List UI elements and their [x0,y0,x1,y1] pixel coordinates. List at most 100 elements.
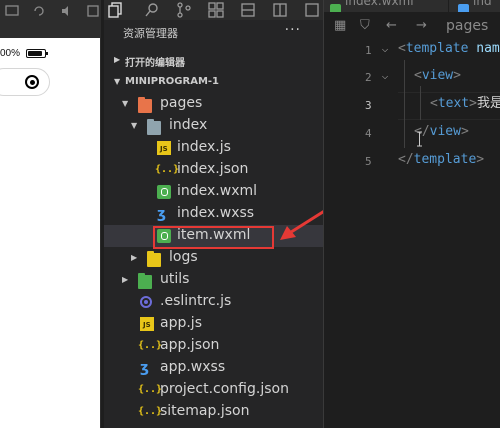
chevron-right-icon: ▶ [114,55,121,64]
wxml-file-icon [330,4,341,12]
project-label: MINIPROGRAM-1 [125,76,219,87]
debug-icon[interactable] [240,2,256,18]
js-file-icon: JS [157,141,171,155]
tree-item-label: app.json [160,337,220,353]
tree-item-sitemap[interactable]: {..} sitemap.json [104,401,323,423]
extensions-icon[interactable] [208,2,224,18]
open-editors-label: 打开的编辑器 [125,58,185,69]
line-number: 5 [365,155,372,168]
tree-item-label: .eslintrc.js [160,293,232,309]
tree-item-pages[interactable]: ▼ pages [104,93,323,115]
phone-screen: 00% [0,38,100,428]
line-number-row: 4 [324,121,384,149]
folder-icon [138,273,152,289]
tree-item-label: utils [160,271,190,287]
tag-name: template [405,41,469,56]
code-editor[interactable]: index.wxml ind ▦ ⛉ ← → pages 1 ⌵ 2 ⌵ 3 4… [324,0,500,428]
line-number: 3 [365,99,372,112]
code-line-3[interactable]: <text>我是 [430,93,500,115]
back-arrow-icon[interactable]: ← [386,18,397,33]
highlight-box [153,226,274,249]
tree-item-label: index.wxml [177,183,258,199]
tag-name: view [429,124,461,139]
capsule-menu[interactable] [0,68,50,96]
explorer-header: 资源管理器 ··· [104,20,323,46]
wxml-file-icon [157,185,171,199]
open-editors-section[interactable]: ▶ 打开的编辑器 [104,49,323,71]
bookmark-icon[interactable]: ⛉ [360,18,370,33]
tree-item-index-folder[interactable]: ▼ index [104,115,323,137]
tree-item-app-wxss[interactable]: ʒ app.wxss [104,357,323,379]
code-line-2[interactable]: <view> [414,65,461,87]
tag-bracket: < [430,96,438,111]
activity-bar [104,0,323,20]
chevron-right-icon: ▶ [131,253,138,262]
tag-bracket: > [460,124,469,139]
eslint-file-icon [140,296,152,308]
editor-tabbar: index.wxml ind [324,0,500,12]
tree-item-app-js[interactable]: JS app.js [104,313,323,335]
code-line-5[interactable]: </template> [398,149,484,171]
json-file-icon: {..} [155,164,180,175]
tree-item-index-js[interactable]: JS index.js [104,137,323,159]
tag-bracket: < [398,41,406,56]
ellipsis-icon[interactable] [304,2,320,18]
tree-item-project-config[interactable]: {..} project.config.json [104,379,323,401]
folder-icon [138,97,152,113]
tree-item-label: app.js [160,315,202,331]
tree-item-index-json[interactable]: {..} index.json [104,159,323,181]
breadcrumb-item[interactable]: pages [446,18,488,34]
files-icon[interactable] [108,2,124,18]
screen-icon[interactable] [5,3,19,17]
more-actions-button[interactable]: ··· [285,22,301,38]
wxss-file-icon: ʒ [157,206,166,222]
tree-item-label: project.config.json [160,381,289,397]
wxss-file-icon: ʒ [140,360,149,376]
tree-item-eslintrc[interactable]: .eslintrc.js [104,291,323,313]
close-capsule-icon[interactable] [25,75,39,89]
tab-label: ind [473,0,492,8]
tree-item-label: index [169,117,208,133]
json-file-icon: {..} [138,340,163,351]
tab-index-2[interactable]: ind [458,0,492,12]
simulator-toolbar [0,0,101,20]
chevron-down-icon: ▼ [114,77,121,86]
js-file-icon: JS [140,317,154,331]
search-icon[interactable] [144,2,160,18]
line-number: 1 [365,44,372,57]
tab-label: index.wxml [345,0,414,8]
wxml-file-icon [458,4,469,12]
forward-arrow-icon[interactable]: → [416,18,427,33]
window-icon[interactable] [86,3,100,17]
tree-item-label: index.wxss [177,205,255,221]
folder-icon [147,251,161,267]
fold-chevron-icon[interactable]: ⌵ [382,72,388,82]
tab-index-wxml[interactable]: index.wxml [330,0,414,12]
line-number-row: 2 ⌵ [324,65,388,93]
tree-item-logs[interactable]: ▶ logs [104,247,323,269]
tag-name: template [413,152,477,167]
tag-bracket: < [414,68,422,83]
rotate-icon[interactable] [32,3,46,17]
project-section[interactable]: ▼ MINIPROGRAM-1 [104,71,323,93]
battery-percent: 00% [0,48,21,59]
tree-item-label: app.wxss [160,359,226,375]
chevron-down-icon: ▼ [122,99,129,108]
json-file-icon: {..} [138,384,163,395]
line-number: 2 [365,71,372,84]
tree-item-index-wxml[interactable]: index.wxml [104,181,323,203]
tab-divider [448,0,449,12]
code-line-1[interactable]: <template nam [398,38,500,60]
attribute-name: nam [468,41,500,56]
fold-chevron-icon[interactable]: ⌵ [382,45,388,55]
layout-icon[interactable] [272,2,288,18]
text-content: 我是 [476,96,500,111]
tree-item-app-json[interactable]: {..} app.json [104,335,323,357]
grid-icon[interactable]: ▦ [334,18,346,33]
line-number: 4 [365,127,372,140]
indent-guide [404,60,405,148]
source-control-icon[interactable] [176,2,192,18]
tag-name: view [421,68,454,83]
volume-icon[interactable] [60,3,74,17]
tree-item-utils[interactable]: ▶ utils [104,269,323,291]
